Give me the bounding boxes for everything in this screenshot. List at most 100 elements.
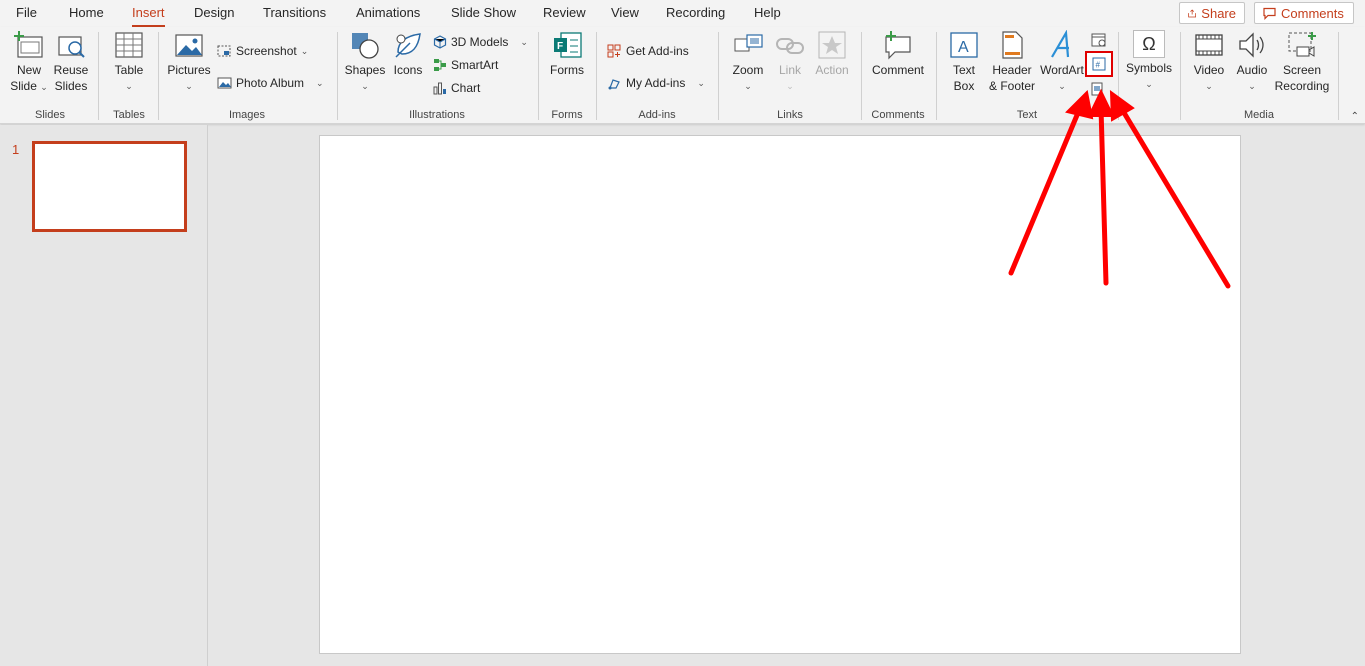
- chevron-down-icon: ⌄: [125, 81, 133, 91]
- reuse-slides-icon: [58, 36, 85, 58]
- text-box-button[interactable]: A Text Box: [944, 30, 984, 94]
- chevron-down-icon: ⌄: [1205, 81, 1213, 91]
- link-icon: [776, 38, 804, 54]
- tab-review[interactable]: Review: [543, 5, 586, 20]
- 3d-models-button[interactable]: 3D Models ⌄: [433, 33, 528, 51]
- group-label-illustrations: Illustrations: [409, 109, 465, 121]
- screenshot-label: Screenshot: [236, 44, 297, 58]
- comments-button[interactable]: Comments: [1254, 2, 1354, 24]
- group-divider: [596, 32, 597, 120]
- svg-text:#: #: [1096, 61, 1101, 70]
- group-divider: [1118, 32, 1119, 120]
- new-comment-icon: [885, 31, 911, 60]
- forms-button[interactable]: F Forms: [546, 30, 588, 78]
- reuse-slides-button[interactable]: Reuse Slides: [52, 30, 90, 94]
- tab-design[interactable]: Design: [194, 5, 234, 20]
- tab-transitions[interactable]: Transitions: [263, 5, 326, 20]
- tab-home[interactable]: Home: [69, 5, 104, 20]
- tab-view[interactable]: View: [611, 5, 639, 20]
- chevron-down-icon: ⌄: [300, 45, 309, 56]
- share-label: Share: [1201, 5, 1236, 21]
- new-slide-label-1: New: [16, 63, 41, 77]
- group-label-text: Text: [1016, 109, 1038, 121]
- group-label-tables: Tables: [113, 109, 145, 121]
- screen-recording-icon: [1288, 32, 1316, 57]
- photo-album-icon: [217, 77, 232, 89]
- 3d-models-label: 3D Models: [451, 35, 509, 49]
- pictures-label: Pictures: [167, 63, 211, 77]
- smartart-button[interactable]: SmartArt: [433, 56, 498, 74]
- zoom-button[interactable]: Zoom ⌄: [728, 30, 768, 94]
- table-icon: [115, 32, 143, 58]
- shapes-button[interactable]: Shapes ⌄: [344, 30, 386, 94]
- tab-recording[interactable]: Recording: [666, 5, 725, 20]
- header-footer-label-2: & Footer: [988, 79, 1036, 93]
- screenshot-icon: [217, 45, 231, 57]
- chevron-down-icon: ⌄: [1145, 79, 1153, 89]
- chevron-down-icon: ⌄: [1058, 81, 1066, 91]
- svg-text:F: F: [557, 41, 563, 52]
- share-icon: [1188, 8, 1197, 17]
- group-label-forms: Forms: [551, 109, 583, 121]
- my-addins-button[interactable]: My Add-ins ⌄: [607, 74, 705, 92]
- screenshot-button[interactable]: Screenshot ⌄: [217, 42, 308, 60]
- slide-canvas[interactable]: [319, 135, 1241, 654]
- group-label-comments: Comments: [871, 109, 925, 121]
- get-addins-button[interactable]: Get Add-ins: [607, 42, 689, 60]
- header-footer-button[interactable]: Header & Footer: [986, 30, 1038, 94]
- tab-file[interactable]: File: [16, 5, 37, 20]
- share-button[interactable]: Share: [1179, 2, 1245, 24]
- screen-recording-button[interactable]: Screen Recording: [1274, 30, 1330, 94]
- star-icon: [818, 31, 846, 59]
- screen-recording-label-1: Screen: [1282, 63, 1322, 77]
- collapse-ribbon-icon[interactable]: ⌃: [1351, 111, 1359, 122]
- tab-help[interactable]: Help: [754, 5, 781, 20]
- link-button[interactable]: Link ⌄: [772, 30, 808, 94]
- chevron-down-icon: ⌄: [1248, 81, 1256, 91]
- group-divider: [861, 32, 862, 120]
- comment-icon: [1263, 7, 1276, 20]
- svg-text:A: A: [958, 39, 969, 56]
- icons-button[interactable]: Icons: [390, 30, 426, 78]
- chevron-down-icon: ⌄: [744, 81, 752, 91]
- wordart-label: WordArt: [1040, 63, 1084, 77]
- table-button[interactable]: Table ⌄: [108, 30, 150, 94]
- symbols-button[interactable]: Ω Symbols ⌄: [1124, 30, 1174, 92]
- slide-number-button[interactable]: #: [1085, 51, 1113, 77]
- zoom-icon: [734, 34, 763, 52]
- get-addins-label: Get Add-ins: [626, 44, 689, 58]
- audio-label: Audio: [1236, 63, 1268, 77]
- slide-thumbnail[interactable]: [32, 141, 187, 232]
- header-footer-icon: [1002, 31, 1023, 59]
- chart-button[interactable]: Chart: [433, 79, 480, 97]
- reuse-slides-label-2: Slides: [54, 79, 88, 93]
- object-icon[interactable]: [1090, 82, 1104, 96]
- photo-album-label: Photo Album: [236, 76, 305, 90]
- text-box-label-1: Text: [952, 63, 975, 77]
- pictures-button[interactable]: Pictures ⌄: [166, 30, 212, 94]
- chevron-down-icon: ⌄: [40, 82, 48, 92]
- action-button[interactable]: Action: [812, 30, 852, 78]
- cube-icon: [433, 35, 447, 49]
- new-slide-button[interactable]: New Slide ⌄: [8, 30, 50, 95]
- speaker-icon: [1239, 32, 1264, 58]
- tab-slide-show[interactable]: Slide Show: [451, 5, 516, 20]
- comments-label: Comments: [1281, 5, 1344, 21]
- video-button[interactable]: Video ⌄: [1188, 30, 1230, 94]
- audio-button[interactable]: Audio ⌄: [1232, 30, 1272, 94]
- chevron-down-icon: ⌄: [361, 81, 369, 91]
- ribbon: New Slide ⌄ Reuse Slides Slides Table ⌄ …: [0, 27, 1365, 124]
- photo-album-button[interactable]: Photo Album ⌄: [217, 74, 324, 92]
- slide-number-icon: #: [1092, 57, 1106, 71]
- my-addins-label: My Add-ins: [626, 76, 686, 90]
- group-divider: [718, 32, 719, 120]
- date-time-icon[interactable]: [1091, 32, 1107, 48]
- tab-insert[interactable]: Insert: [132, 5, 165, 28]
- menu-bar: File Home Insert Design Transitions Anim…: [0, 0, 1365, 28]
- group-label-images: Images: [228, 109, 266, 121]
- text-box-icon: A: [950, 32, 978, 58]
- chevron-down-icon: ⌄: [786, 81, 794, 91]
- tab-animations[interactable]: Animations: [356, 5, 420, 20]
- comment-button[interactable]: Comment: [868, 30, 928, 78]
- wordart-button[interactable]: WordArt ⌄: [1040, 30, 1084, 94]
